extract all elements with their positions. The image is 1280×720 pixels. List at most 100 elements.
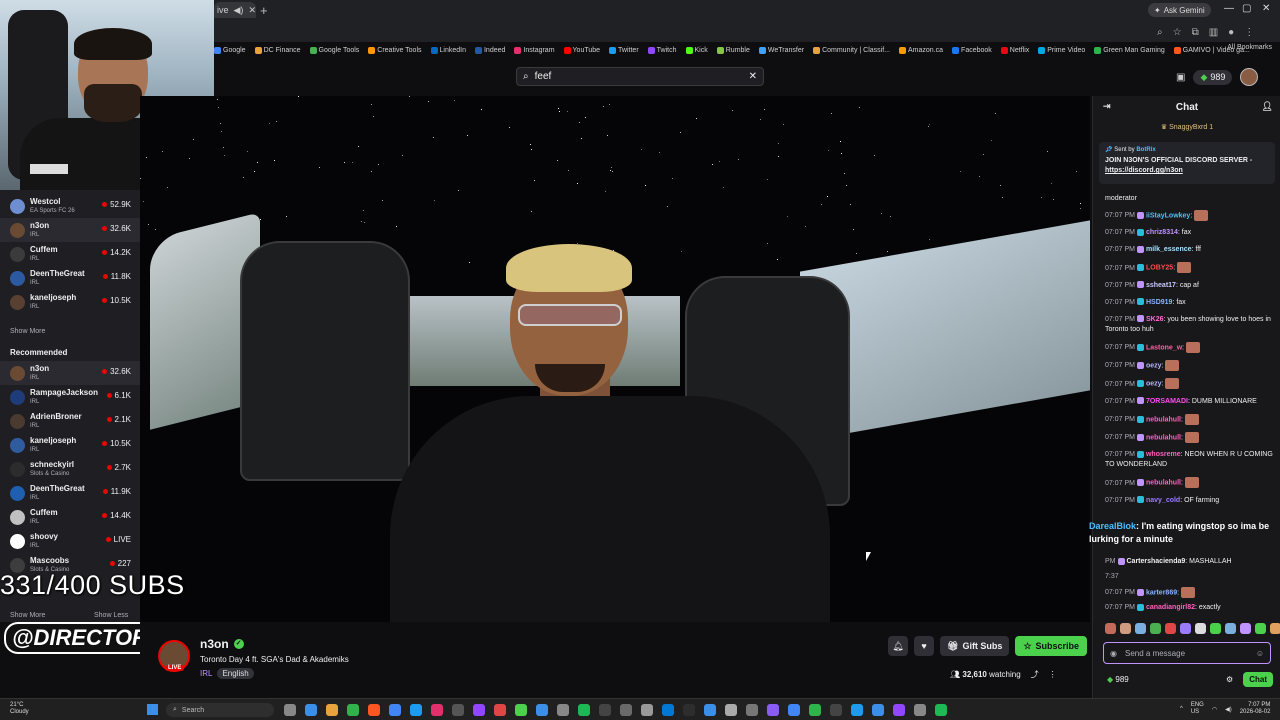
extensions-icon[interactable]: ⧉ (1192, 27, 1199, 38)
user-avatar[interactable] (1240, 68, 1259, 86)
taskbar-app-icon[interactable] (284, 704, 296, 716)
sidebar-channel[interactable]: DeenTheGreat IRL 11.8K (0, 266, 140, 290)
taskbar-app-icon[interactable] (704, 704, 716, 716)
bookmark-item[interactable]: Amazon.ca (899, 44, 943, 56)
bookmark-item[interactable]: Facebook (952, 44, 992, 56)
clock[interactable]: 7:07 PM 2026-08-02 (1240, 702, 1271, 716)
weather-widget[interactable]: 21°C Cloudy (10, 702, 29, 716)
taskbar-app-icon[interactable] (431, 704, 443, 716)
bookmark-item[interactable]: Netflix (1000, 44, 1029, 56)
sidebar-channel[interactable]: Cuffem IRL 14.4K (0, 505, 140, 529)
channel-points-icon[interactable]: ◆ (1107, 675, 1113, 684)
language-indicator[interactable]: ENG US (1191, 702, 1204, 716)
chat-username[interactable]: navy_cold (1146, 497, 1180, 504)
menu-icon[interactable]: ⋮ (1244, 27, 1254, 38)
channel-name[interactable]: n3on (200, 637, 229, 651)
chat-username[interactable]: Lastone_w (1146, 344, 1182, 351)
close-window-icon[interactable]: ✕ (1262, 3, 1270, 14)
emote-icon[interactable] (1165, 623, 1176, 634)
chat-username[interactable]: Cartershacienda9 (1127, 558, 1186, 565)
emote-icon[interactable] (1180, 623, 1191, 634)
chat-username[interactable]: SK26 (1146, 316, 1164, 323)
minimize-icon[interactable]: — (1224, 3, 1234, 14)
maximize-icon[interactable]: ▢ (1242, 3, 1251, 14)
follow-heart-icon[interactable]: ♥ (914, 636, 934, 656)
bookmark-item[interactable]: Google Tools (309, 44, 359, 56)
bookmark-item[interactable]: Google (214, 44, 246, 56)
chat-username[interactable]: LOBY25 (1146, 265, 1173, 272)
emote-icon[interactable] (1270, 623, 1280, 634)
community-icon[interactable]: 👤︎ (1262, 101, 1273, 112)
bookmark-item[interactable]: WeTransfer (758, 44, 804, 56)
bookmark-star-icon[interactable]: ☆ (1173, 27, 1182, 38)
emote-icon[interactable] (1135, 623, 1146, 634)
category-link[interactable]: IRL (200, 668, 212, 679)
video-player[interactable] (140, 96, 1090, 622)
taskbar-app-icon[interactable] (872, 704, 884, 716)
taskbar-app-icon[interactable] (893, 704, 905, 716)
sidebar-channel[interactable]: Cuffem IRL 14.2K (0, 242, 140, 266)
notification-bell-icon[interactable]: 🔔︎ (888, 636, 908, 656)
taskbar-app-icon[interactable] (410, 704, 422, 716)
share-icon[interactable]: ⤴ (1031, 669, 1039, 680)
bookmark-item[interactable]: Prime Video (1038, 44, 1085, 56)
bits-button[interactable]: ◆ 989 (1193, 69, 1233, 85)
bookmark-item[interactable]: Community | Classif... (813, 44, 890, 56)
taskbar-app-icon[interactable] (809, 704, 821, 716)
emote-icon[interactable] (1105, 623, 1116, 634)
bookmark-item[interactable]: Rumble (716, 44, 750, 56)
chat-username[interactable]: iiStayLowkey (1146, 212, 1190, 219)
more-options-icon[interactable]: ⋮ (1049, 670, 1057, 679)
ask-gemini-button[interactable]: ✦ Ask Gemini (1148, 3, 1211, 17)
emote-icon[interactable] (1150, 623, 1161, 634)
emote-icon[interactable] (1240, 623, 1251, 634)
taskbar-app-icon[interactable] (683, 704, 695, 716)
taskbar-app-icon[interactable] (746, 704, 758, 716)
taskbar-app-icon[interactable] (494, 704, 506, 716)
search-input[interactable]: ⌕ feef ✕ (516, 67, 764, 86)
chat-username[interactable]: HSD919 (1146, 299, 1172, 306)
wifi-icon[interactable]: ◠ (1212, 706, 1217, 713)
sidebar-channel[interactable]: RampageJackson IRL 6.1K (0, 385, 140, 409)
sidebar-channel[interactable]: kaneljoseph IRL 10.5K (0, 433, 140, 457)
collapse-chat-icon[interactable]: ⇥ (1103, 101, 1111, 112)
taskbar-app-icon[interactable] (536, 704, 548, 716)
taskbar-app-icon[interactable] (914, 704, 926, 716)
bookmark-item[interactable]: YouTube (563, 44, 600, 56)
highlight-user[interactable]: DarealBiok (1089, 521, 1136, 531)
chat-username[interactable]: oezy (1146, 362, 1162, 369)
taskbar-app-icon[interactable] (599, 704, 611, 716)
emote-icon[interactable] (1210, 623, 1221, 634)
zoom-icon[interactable]: ⌕ (1157, 27, 1163, 38)
clear-search-icon[interactable]: ✕ (749, 71, 757, 82)
chat-username[interactable]: milk_essence (1146, 246, 1192, 253)
taskbar-app-icon[interactable] (452, 704, 464, 716)
chat-username[interactable]: whosreme (1146, 451, 1181, 458)
prime-icon[interactable]: ▣ (1176, 72, 1185, 83)
chat-username[interactable]: canadiangirl82 (1146, 604, 1195, 611)
show-more-link-2[interactable]: Show More (10, 612, 45, 619)
profile-icon[interactable]: ● (1228, 27, 1234, 38)
taskbar-app-icon[interactable] (788, 704, 800, 716)
taskbar-app-icon[interactable] (368, 704, 380, 716)
chat-username[interactable]: karter869 (1146, 589, 1177, 596)
emote-icon[interactable] (1195, 623, 1206, 634)
show-more-link[interactable]: Show More (10, 328, 45, 335)
taskbar-app-icon[interactable] (305, 704, 317, 716)
tray-chevron-icon[interactable]: ^ (1180, 706, 1183, 712)
taskbar-app-icon[interactable] (473, 704, 485, 716)
discord-link[interactable]: https://discord.gg/n3on (1105, 167, 1183, 174)
emote-icon[interactable] (1225, 623, 1236, 634)
bookmark-item[interactable]: Twitter (609, 44, 639, 56)
sidepanel-icon[interactable]: ▥ (1209, 27, 1218, 38)
sidebar-channel[interactable]: kaneljoseph IRL 10.5K (0, 290, 140, 314)
taskbar-app-icon[interactable] (578, 704, 590, 716)
bookmark-item[interactable]: Indeed (474, 44, 505, 56)
bookmark-item[interactable]: LinkedIn (430, 44, 466, 56)
bookmark-item[interactable]: Instagram (514, 44, 555, 56)
chat-username[interactable]: ssheat17 (1146, 282, 1176, 289)
volume-icon[interactable]: ◀) (1225, 706, 1232, 713)
chat-username[interactable]: oezy (1146, 381, 1162, 388)
bookmark-item[interactable]: Green Man Gaming (1094, 44, 1165, 56)
subscribe-button[interactable]: ☆ Subscribe (1015, 636, 1088, 656)
